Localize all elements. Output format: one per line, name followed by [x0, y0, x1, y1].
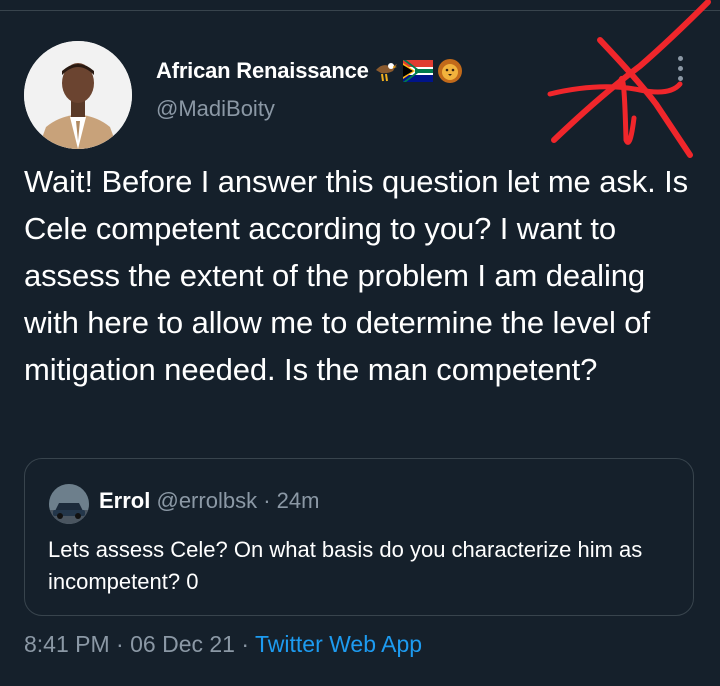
quoted-text: Lets assess Cele? On what basis do you c…: [48, 537, 643, 594]
lion-emoji-icon: [437, 58, 463, 84]
tweet-footer: 8:41 PM · 06 Dec 21 · Twitter Web App: [24, 631, 422, 658]
red-cross-scribble-icon: [547, 0, 711, 158]
footer-separator-2: ·: [241, 631, 250, 657]
author-handle[interactable]: @MadiBoity: [156, 96, 275, 122]
quoted-author-avatar[interactable]: [49, 484, 89, 524]
tweet-text: Wait! Before I answer this question let …: [24, 164, 689, 387]
tweet-time[interactable]: 8:41 PM: [24, 631, 110, 657]
author-name-row[interactable]: African Renaissance: [156, 58, 463, 84]
more-options-icon[interactable]: [672, 56, 688, 84]
quoted-tweet[interactable]: Errol @errolbsk · 24m Lets assess Cele? …: [24, 458, 694, 616]
car-photo-icon: [49, 484, 89, 524]
tweet-source-link[interactable]: Twitter Web App: [255, 631, 422, 657]
tweet-date[interactable]: 06 Dec 21: [130, 631, 235, 657]
quoted-time[interactable]: 24m: [277, 488, 320, 513]
south-africa-flag-icon: [402, 60, 433, 82]
quoted-handle[interactable]: @errolbsk: [156, 488, 257, 513]
quoted-display-name[interactable]: Errol: [99, 488, 150, 513]
top-divider: [0, 10, 720, 11]
person-photo-icon: [24, 41, 132, 149]
quoted-separator: ·: [263, 488, 271, 513]
author-avatar[interactable]: [24, 41, 132, 149]
author-display-name[interactable]: African Renaissance: [156, 58, 369, 84]
quoted-header: Errol @errolbsk · 24m: [99, 488, 319, 514]
footer-separator-1: ·: [116, 631, 124, 657]
eagle-emoji-icon: [373, 58, 399, 84]
